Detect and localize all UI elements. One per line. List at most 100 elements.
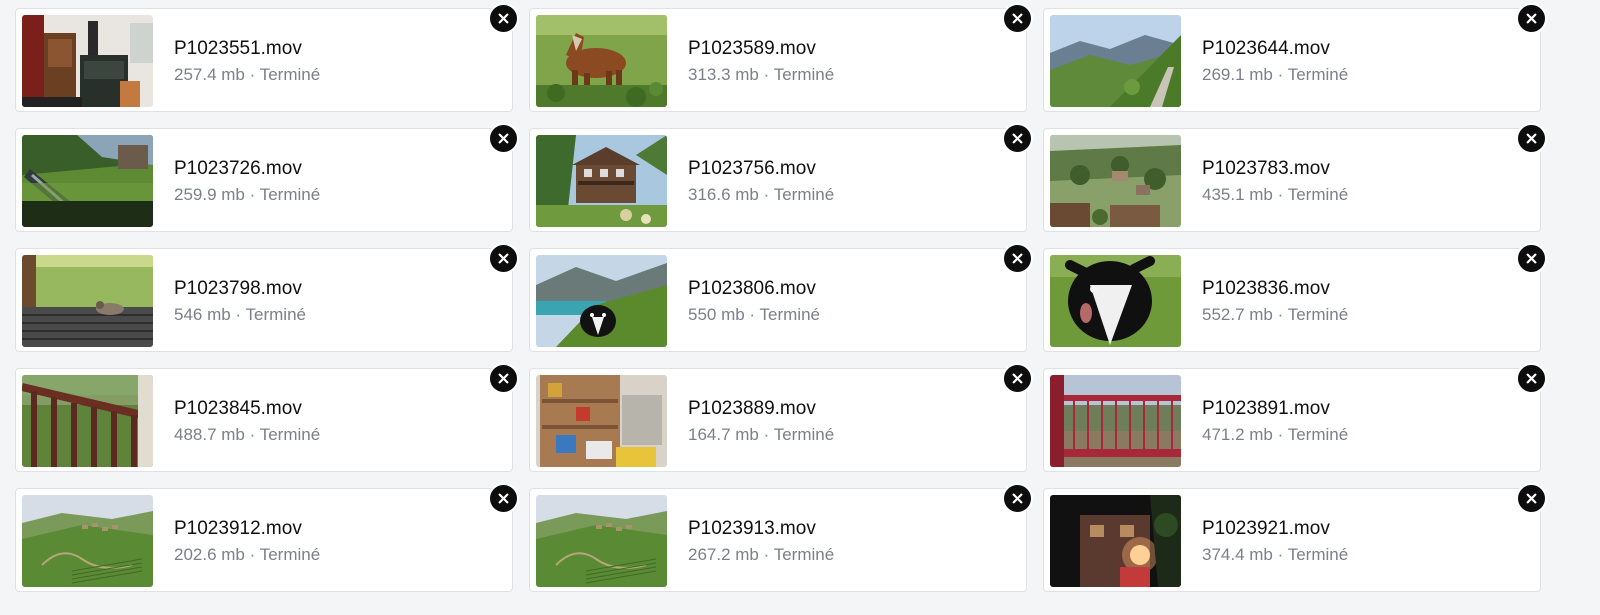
file-meta: 202.6 mb · Terminé bbox=[174, 543, 320, 567]
file-status: Terminé bbox=[1287, 185, 1349, 204]
file-card: P1023806.mov 550 mb · Terminé bbox=[529, 243, 1033, 352]
close-icon bbox=[1012, 493, 1023, 504]
close-icon bbox=[498, 133, 509, 144]
file-status: Terminé bbox=[259, 545, 321, 564]
file-meta: 269.1 mb · Terminé bbox=[1202, 63, 1348, 87]
file-meta: 546 mb · Terminé bbox=[174, 303, 306, 327]
file-name: P1023891.mov bbox=[1202, 398, 1330, 419]
file-info: P1023798.mov 546 mb · Terminé bbox=[174, 277, 306, 327]
file-name: P1023756.mov bbox=[688, 158, 816, 179]
file-name: P1023912.mov bbox=[174, 518, 302, 539]
file-info: P1023921.mov 374.4 mb · Terminé bbox=[1202, 517, 1348, 567]
meta-separator: · bbox=[1272, 545, 1288, 564]
file-meta: 471.2 mb · Terminé bbox=[1202, 423, 1348, 447]
remove-file-button[interactable] bbox=[488, 483, 519, 514]
file-meta: 267.2 mb · Terminé bbox=[688, 543, 834, 567]
video-thumbnail bbox=[22, 495, 153, 587]
file-meta: 316.6 mb · Terminé bbox=[688, 183, 834, 207]
video-thumbnail bbox=[22, 375, 153, 467]
close-icon bbox=[498, 493, 509, 504]
video-thumbnail bbox=[1050, 255, 1181, 347]
file-info: P1023756.mov 316.6 mb · Terminé bbox=[688, 157, 834, 207]
thumbnail-image bbox=[22, 15, 153, 107]
remove-file-button[interactable] bbox=[1002, 243, 1033, 274]
thumbnail-image bbox=[536, 135, 667, 227]
video-thumbnail bbox=[1050, 135, 1181, 227]
file-meta: 435.1 mb · Terminé bbox=[1202, 183, 1348, 207]
file-name: P1023845.mov bbox=[174, 398, 302, 419]
file-card: P1023644.mov 269.1 mb · Terminé bbox=[1043, 3, 1547, 112]
file-info: P1023644.mov 269.1 mb · Terminé bbox=[1202, 37, 1348, 87]
file-name: P1023806.mov bbox=[688, 278, 816, 299]
remove-file-button[interactable] bbox=[1002, 123, 1033, 154]
file-meta: 164.7 mb · Terminé bbox=[688, 423, 834, 447]
close-icon bbox=[1526, 13, 1537, 24]
file-card: P1023912.mov 202.6 mb · Terminé bbox=[15, 483, 519, 592]
file-card: P1023913.mov 267.2 mb · Terminé bbox=[529, 483, 1033, 592]
meta-separator: · bbox=[1272, 305, 1288, 324]
file-info: P1023912.mov 202.6 mb · Terminé bbox=[174, 517, 320, 567]
remove-file-button[interactable] bbox=[1516, 3, 1547, 34]
video-thumbnail bbox=[536, 495, 667, 587]
file-info: P1023551.mov 257.4 mb · Terminé bbox=[174, 37, 320, 87]
file-info: P1023806.mov 550 mb · Terminé bbox=[688, 277, 820, 327]
meta-separator: · bbox=[244, 425, 260, 444]
meta-separator: · bbox=[244, 185, 260, 204]
close-icon bbox=[1012, 373, 1023, 384]
file-card: P1023589.mov 313.3 mb · Terminé bbox=[529, 3, 1033, 112]
file-size: 488.7 mb bbox=[174, 425, 245, 444]
file-status: Terminé bbox=[1287, 305, 1349, 324]
file-card: P1023921.mov 374.4 mb · Terminé bbox=[1043, 483, 1547, 592]
close-icon bbox=[498, 373, 509, 384]
video-thumbnail bbox=[1050, 495, 1181, 587]
remove-file-button[interactable] bbox=[1516, 243, 1547, 274]
remove-file-button[interactable] bbox=[1516, 123, 1547, 154]
file-size: 313.3 mb bbox=[688, 65, 759, 84]
remove-file-button[interactable] bbox=[1002, 3, 1033, 34]
video-thumbnail bbox=[22, 255, 153, 347]
remove-file-button[interactable] bbox=[488, 123, 519, 154]
thumbnail-image bbox=[536, 495, 667, 587]
file-size: 552.7 mb bbox=[1202, 305, 1273, 324]
file-name: P1023644.mov bbox=[1202, 38, 1330, 59]
file-meta: 552.7 mb · Terminé bbox=[1202, 303, 1348, 327]
thumbnail-image bbox=[22, 255, 153, 347]
remove-file-button[interactable] bbox=[1516, 363, 1547, 394]
remove-file-button[interactable] bbox=[1002, 483, 1033, 514]
file-status: Terminé bbox=[759, 305, 820, 324]
close-icon bbox=[1526, 493, 1537, 504]
file-status: Terminé bbox=[773, 65, 835, 84]
file-card: P1023836.mov 552.7 mb · Terminé bbox=[1043, 243, 1547, 352]
video-thumbnail bbox=[1050, 375, 1181, 467]
file-status: Terminé bbox=[773, 425, 835, 444]
upload-file-list: P1023551.mov 257.4 mb · Terminé P1023589… bbox=[15, 3, 1575, 592]
meta-separator: · bbox=[1272, 65, 1288, 84]
file-info: P1023726.mov 259.9 mb · Terminé bbox=[174, 157, 320, 207]
remove-file-button[interactable] bbox=[488, 243, 519, 274]
file-card: P1023551.mov 257.4 mb · Terminé bbox=[15, 3, 519, 112]
file-status: Terminé bbox=[1287, 425, 1349, 444]
remove-file-button[interactable] bbox=[488, 3, 519, 34]
close-icon bbox=[1526, 253, 1537, 264]
file-info: P1023836.mov 552.7 mb · Terminé bbox=[1202, 277, 1348, 327]
file-size: 471.2 mb bbox=[1202, 425, 1273, 444]
file-status: Terminé bbox=[259, 425, 321, 444]
meta-separator: · bbox=[744, 305, 760, 324]
file-status: Terminé bbox=[245, 305, 306, 324]
remove-file-button[interactable] bbox=[1516, 483, 1547, 514]
remove-file-button[interactable] bbox=[488, 363, 519, 394]
meta-separator: · bbox=[244, 545, 260, 564]
file-info: P1023589.mov 313.3 mb · Terminé bbox=[688, 37, 834, 87]
meta-separator: · bbox=[1272, 185, 1288, 204]
meta-separator: · bbox=[244, 65, 260, 84]
file-card: P1023845.mov 488.7 mb · Terminé bbox=[15, 363, 519, 472]
file-info: P1023913.mov 267.2 mb · Terminé bbox=[688, 517, 834, 567]
file-name: P1023889.mov bbox=[688, 398, 816, 419]
remove-file-button[interactable] bbox=[1002, 363, 1033, 394]
file-name: P1023798.mov bbox=[174, 278, 302, 299]
thumbnail-image bbox=[1050, 15, 1181, 107]
file-name: P1023921.mov bbox=[1202, 518, 1330, 539]
file-meta: 257.4 mb · Terminé bbox=[174, 63, 320, 87]
file-size: 259.9 mb bbox=[174, 185, 245, 204]
file-size: 267.2 mb bbox=[688, 545, 759, 564]
